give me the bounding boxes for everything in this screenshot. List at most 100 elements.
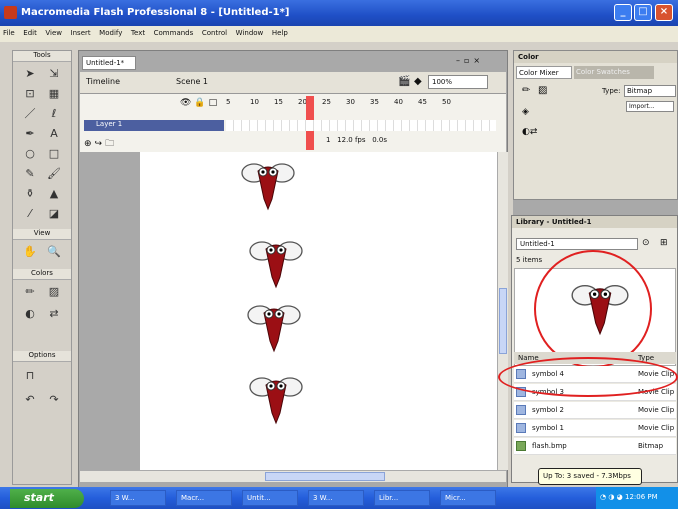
taskbar-item[interactable]: 3 W... <box>110 490 166 506</box>
menu-control[interactable]: Control <box>199 26 230 37</box>
taskbar-item[interactable]: Untit... <box>242 490 298 506</box>
menu-view[interactable]: View <box>42 26 65 37</box>
library-item[interactable]: symbol 1 Movie Clip <box>514 420 676 437</box>
vertical-scrollbar[interactable] <box>497 152 508 470</box>
scroll-thumb[interactable] <box>265 472 385 481</box>
pen-tool-icon[interactable]: ✒ <box>19 125 41 143</box>
menu-help[interactable]: Help <box>269 26 291 37</box>
minimize-button[interactable]: _ <box>614 4 632 21</box>
gradient-transform-tool-icon[interactable]: ▦ <box>43 85 65 103</box>
fill-type-label: Type: <box>602 87 621 95</box>
horizontal-scrollbar[interactable] <box>80 470 506 482</box>
fill-swatch-icon[interactable]: ◈ <box>522 107 529 117</box>
swap-colors-icon[interactable]: ⇄ <box>43 305 65 323</box>
menu-commands[interactable]: Commands <box>151 26 197 37</box>
library-item[interactable]: symbol 2 Movie Clip <box>514 402 676 419</box>
timeline-toggle-button[interactable]: Timeline <box>86 77 120 86</box>
eraser-tool-icon[interactable]: ◪ <box>43 205 65 223</box>
tab-color-swatches[interactable]: Color Swatches <box>574 66 654 79</box>
line-tool-icon[interactable]: ／ <box>19 105 41 123</box>
menu-file[interactable]: File <box>0 26 18 37</box>
menu-text[interactable]: Text <box>128 26 148 37</box>
system-tray: ◔ ◑ ◕ 12:06 PM <box>596 487 678 509</box>
bee-instance[interactable] <box>246 297 302 353</box>
movie-clip-icon <box>516 405 526 415</box>
tab-color-mixer[interactable]: Color Mixer <box>516 66 572 79</box>
hand-tool-icon[interactable]: ✋ <box>19 243 41 261</box>
document-window-buttons[interactable]: –▫× <box>456 56 504 68</box>
scroll-thumb[interactable] <box>499 288 507 354</box>
import-button[interactable]: Import... <box>626 101 674 112</box>
oval-tool-icon[interactable]: ○ <box>19 145 41 163</box>
new-library-icon[interactable]: ⊞ <box>660 238 668 248</box>
stroke-color-icon[interactable]: ✏ <box>522 85 530 96</box>
smooth-option-icon[interactable]: ↶ <box>19 391 41 409</box>
fill-type-select[interactable]: Bitmap <box>624 85 676 97</box>
frame-number: 30 <box>346 98 355 106</box>
layer-visibility-icons[interactable]: 👁🔒□ <box>180 98 220 108</box>
frame-number: 35 <box>370 98 379 106</box>
brush-tool-icon[interactable]: 🖌 <box>43 165 65 183</box>
highlight-circle <box>498 357 678 397</box>
library-header[interactable]: Library - Untitled-1 <box>512 216 677 228</box>
edit-symbol-icon[interactable]: ◆ <box>414 76 422 87</box>
color-panel-header[interactable]: Color <box>514 51 677 63</box>
rectangle-tool-icon[interactable]: □ <box>43 145 65 163</box>
color-panel: Color Color Mixer Color Swatches ✏ ▨ ◈ ◐… <box>513 50 678 200</box>
fill-color-icon[interactable]: ▨ <box>43 283 65 301</box>
menu-window[interactable]: Window <box>233 26 267 37</box>
insert-layer-icons[interactable]: ⊕↪🗀 <box>84 136 117 152</box>
taskbar-item[interactable]: 3 W... <box>308 490 364 506</box>
current-frame: 1 <box>326 136 331 144</box>
lasso-tool-icon[interactable]: ℓ <box>43 105 65 123</box>
ink-bottle-tool-icon[interactable]: ⚱ <box>19 185 41 203</box>
tools-header: Tools <box>13 51 71 62</box>
bee-instance[interactable] <box>248 369 304 425</box>
start-button[interactable]: start <box>10 489 84 508</box>
paint-bucket-tool-icon[interactable]: ▲ <box>43 185 65 203</box>
subselect-tool-icon[interactable]: ⇲ <box>43 65 65 83</box>
pin-icon[interactable]: ⊙ <box>642 238 650 248</box>
maximize-button[interactable]: □ <box>634 4 652 21</box>
library-item[interactable]: flash.bmp Bitmap <box>514 438 676 455</box>
color-tabs: Color Mixer Color Swatches <box>516 66 676 80</box>
tray-icons[interactable]: ◔ ◑ ◕ <box>600 493 625 501</box>
eyedropper-tool-icon[interactable]: ⁄ <box>19 205 41 223</box>
taskbar-item[interactable]: Micr... <box>440 490 496 506</box>
zoom-tool-icon[interactable]: 🔍 <box>43 243 65 261</box>
clock: 12:06 PM <box>625 493 658 501</box>
scene-breadcrumb[interactable]: Scene 1 <box>176 77 208 86</box>
bee-instance[interactable] <box>240 155 296 211</box>
arrow-tool-icon[interactable]: ➤ <box>19 65 41 83</box>
snap-magnet-icon[interactable]: ⊓ <box>19 367 41 385</box>
close-button[interactable]: × <box>655 4 673 21</box>
bee-instance[interactable] <box>248 233 304 289</box>
stage-canvas[interactable] <box>140 152 498 470</box>
free-transform-tool-icon[interactable]: ⊡ <box>19 85 41 103</box>
layer-frame-cells[interactable] <box>226 120 496 131</box>
pencil-tool-icon[interactable]: ✎ <box>19 165 41 183</box>
edit-scene-icon[interactable]: 🎬 <box>398 76 410 87</box>
taskbar-item[interactable]: Macr... <box>176 490 232 506</box>
straighten-option-icon[interactable]: ↷ <box>43 391 65 409</box>
flash-app-window: Macromedia Flash Professional 8 - [Untit… <box>0 0 678 509</box>
panel-gap <box>513 200 678 215</box>
frame-rate: 12.0 fps <box>337 136 366 144</box>
menu-modify[interactable]: Modify <box>96 26 125 37</box>
menu-insert[interactable]: Insert <box>68 26 94 37</box>
edit-bar: Timeline Scene 1 🎬 ◆ 100% <box>80 72 506 94</box>
layer-row[interactable]: Layer 1 <box>84 120 224 131</box>
document-tab[interactable]: Untitled-1* <box>82 56 136 70</box>
fill-color-icon[interactable]: ▨ <box>538 85 547 96</box>
bw-swap-icon[interactable]: ◐⇄ <box>522 127 537 137</box>
stroke-color-icon[interactable]: ✏ <box>19 283 41 301</box>
menu-edit[interactable]: Edit <box>20 26 40 37</box>
zoom-select[interactable]: 100% <box>428 75 488 89</box>
window-title: Macromedia Flash Professional 8 - [Untit… <box>21 7 290 18</box>
minimize-icon: _ <box>620 6 626 17</box>
taskbar-item[interactable]: Libr... <box>374 490 430 506</box>
bw-colors-icon[interactable]: ◐ <box>19 305 41 323</box>
frame-ruler: 5 10 15 20 25 30 35 40 45 50 <box>226 98 496 111</box>
text-tool-icon[interactable]: A <box>43 125 65 143</box>
library-document-select[interactable]: Untitled-1 <box>516 238 638 250</box>
